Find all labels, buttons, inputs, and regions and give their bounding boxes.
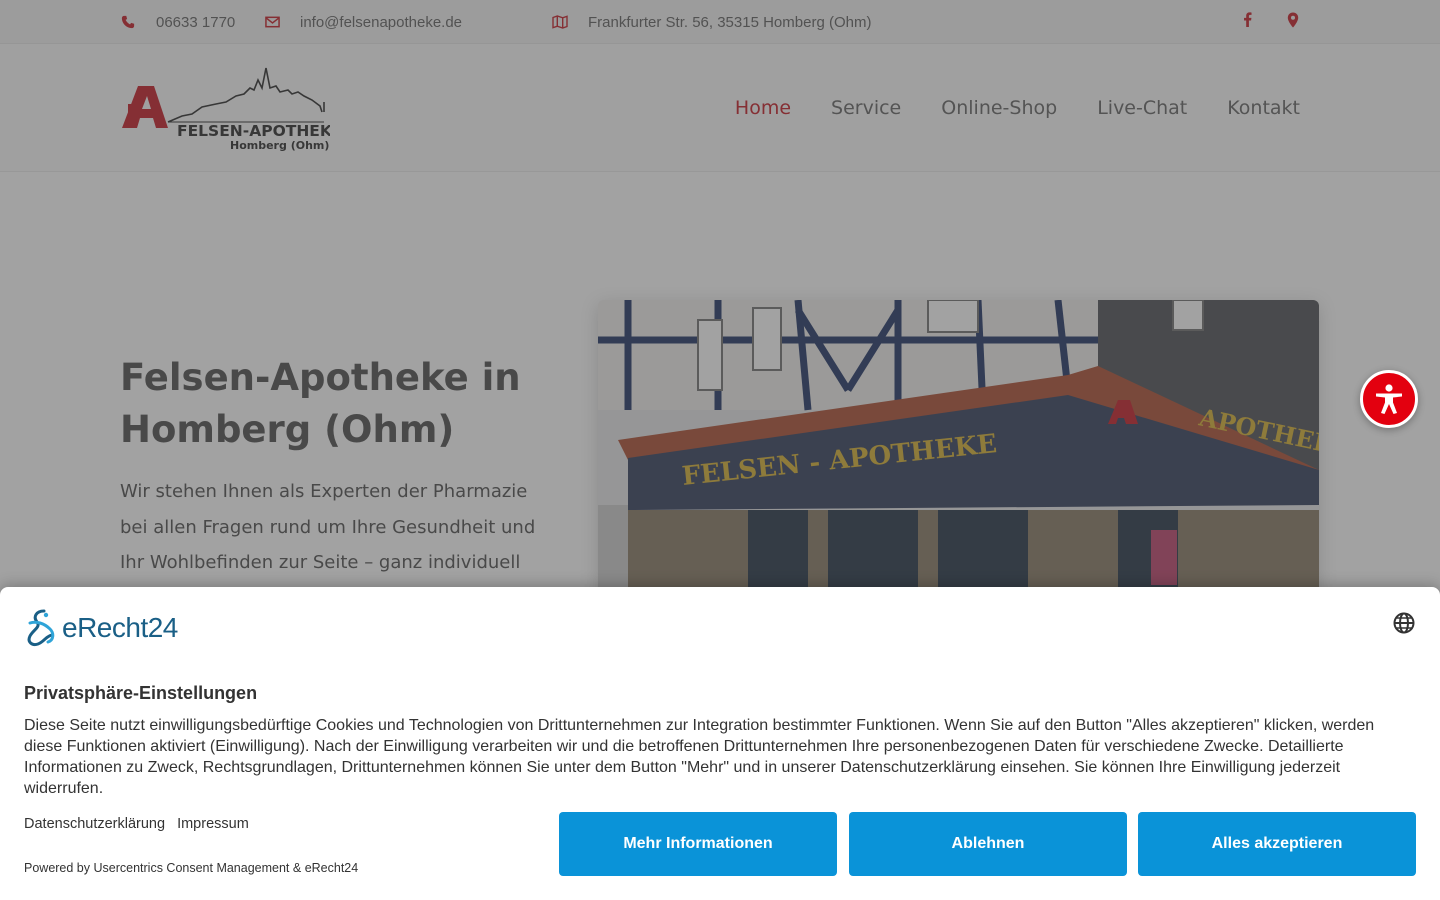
language-selector[interactable] [1392,611,1416,635]
cookie-consent-banner: eRecht24 Privatsphäre-Einstellungen Dies… [0,587,1440,900]
accessibility-button[interactable] [1360,370,1418,428]
consent-links: Datenschutzerklärung Impressum [24,816,249,832]
accept-all-button[interactable]: Alles akzeptieren [1138,812,1416,876]
erecht24-logo: eRecht24 [24,609,178,647]
erecht24-mark-icon [27,609,55,646]
erecht24-wordmark: eRecht24 [62,612,178,643]
consent-title: Privatsphäre-Einstellungen [24,683,258,703]
privacy-policy-link[interactable]: Datenschutzerklärung [24,816,165,832]
more-information-button[interactable]: Mehr Informationen [559,812,837,876]
powered-by-text: Powered by Usercentrics Consent Manageme… [24,861,359,875]
imprint-link[interactable]: Impressum [177,816,249,832]
accessibility-icon [1376,384,1402,414]
decline-button[interactable]: Ablehnen [849,812,1127,876]
globe-icon[interactable] [1392,611,1416,635]
consent-description: Diese Seite nutzt einwilligungsbedürftig… [24,717,1375,797]
